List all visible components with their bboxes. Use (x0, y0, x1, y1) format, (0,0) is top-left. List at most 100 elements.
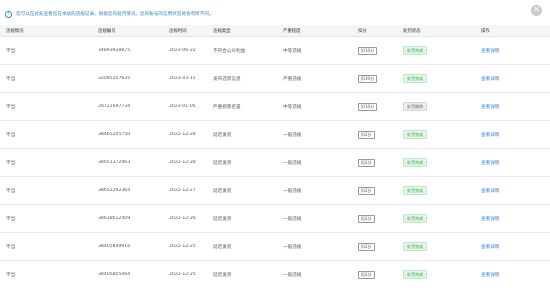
violation-type-cell: 不符合公众利益 (213, 48, 246, 54)
view-details-link[interactable]: 查看详情 (481, 161, 499, 166)
view-details-link[interactable]: 查看详情 (481, 133, 499, 138)
status-badge: 处罚完成 (403, 186, 427, 195)
violation-type-cell: 延迟发货 (213, 132, 232, 138)
violation-date-cell: 2022-12-28 (169, 132, 196, 137)
status-cell: 处罚完成 (397, 270, 474, 279)
view-details-link[interactable]: 查看详情 (481, 217, 499, 222)
score-cell: 扣10分 (352, 102, 397, 111)
severity-cell: 一般违规 (283, 160, 302, 166)
status-cell: 处罚完成 (397, 130, 474, 139)
view-details-link[interactable]: 查看详情 (481, 189, 499, 194)
score-badge: 扣10分 (358, 46, 378, 55)
view-details-link[interactable]: 查看详情 (481, 77, 499, 82)
score-badge: 扣2分 (358, 186, 375, 195)
notice-text: 您可以在此处查看您在本站的违规记录。根据您的处罚情况，您的账号的信用状态将会有所… (16, 12, 214, 17)
status-badge: 处罚完成 (403, 46, 427, 55)
violation-type-cell: 延迟发货 (213, 160, 232, 166)
score-cell: 扣10分 (352, 46, 397, 55)
table-row: 不当 32095207635 2023-03-15 发布违禁信息 严重违规 扣30分 处罚完… (0, 65, 550, 93)
header-action: 操作 (481, 28, 490, 34)
table-row: 不当 38618612409 2022-12-26 延迟发货 一般违规 扣2分 处罚完成 查看… (0, 205, 550, 233)
header-date: 违规时间 (169, 28, 187, 34)
violation-type-cell: 发布违禁信息 (213, 76, 241, 82)
action-cell: 查看详情 (474, 272, 550, 278)
violation-type-cell: 严重损害名誉 (213, 104, 241, 110)
action-cell: 查看详情 (474, 132, 550, 138)
status-cell: 处罚完成 (397, 74, 474, 83)
situation-cell: 不当 (6, 216, 16, 222)
table-body: 不当 34893928875 2023-06-22 不符合公众利益 中等违规 扣10分 处罚… (0, 37, 550, 288)
status-cell: 处罚完成 (397, 186, 474, 195)
view-details-link[interactable]: 查看详情 (481, 273, 499, 278)
severity-cell: 严重违规 (283, 76, 302, 82)
header-id: 违规编号 (98, 28, 116, 34)
table-row: 不当 38652292364 2022-12-27 延迟发货 一般违规 扣2分 处罚完成 查看… (0, 177, 550, 205)
severity-cell: 一般违规 (283, 216, 302, 222)
info-circle-icon: ! (5, 10, 12, 18)
score-cell: 扣2分 (352, 186, 397, 195)
status-cell: 处罚完成 (397, 46, 474, 55)
status-badge: 处罚完成 (403, 158, 427, 167)
violation-id-cell: 38618612409 (98, 216, 131, 221)
action-cell: 查看详情 (474, 160, 550, 166)
status-badge: 处罚完成 (403, 74, 427, 83)
status-cell: 处罚完成 (397, 242, 474, 251)
status-badge: 处罚撤销 (403, 102, 427, 111)
situation-cell: 不当 (6, 244, 16, 250)
table-row: 不当 38405805464 2022-12-25 延迟发货 一般违规 扣2分 处罚完成 查看… (0, 261, 550, 288)
header-severity: 严重程度 (283, 28, 301, 34)
status-cell: 处罚完成 (397, 214, 474, 223)
situation-cell: 不当 (6, 188, 16, 194)
score-badge: 扣2分 (358, 242, 375, 251)
severity-cell: 中等违规 (283, 48, 302, 54)
action-cell: 查看详情 (474, 104, 550, 110)
action-cell: 查看详情 (474, 244, 550, 250)
score-cell: 扣30分 (352, 74, 397, 83)
table-row: 不当 38405849916 2022-12-25 延迟发货 一般违规 扣2分 处罚完成 查看… (0, 233, 550, 261)
header-status: 处罚状态 (403, 28, 421, 34)
close-button[interactable]: × (531, 5, 542, 16)
score-cell: 扣2分 (352, 270, 397, 279)
view-details-link[interactable]: 查看详情 (481, 245, 499, 250)
table-row: 不当 34893928875 2023-06-22 不符合公众利益 中等违规 扣10分 处罚… (0, 37, 550, 65)
status-badge: 处罚完成 (403, 214, 427, 223)
severity-cell: 一般违规 (283, 272, 302, 278)
violation-type-cell: 延迟发货 (213, 244, 232, 250)
notice-bar: ! 您可以在此处查看您在本站的违规记录。根据您的处罚情况，您的账号的信用状态将会… (0, 6, 214, 22)
header-situation: 违规情况 (6, 28, 24, 34)
severity-cell: 一般违规 (283, 188, 302, 194)
violation-date-cell: 2022-12-25 (169, 244, 196, 249)
violation-id-cell: 38652292364 (98, 188, 131, 193)
table-header: 违规情况 违规编号 违规时间 违规类型 严重程度 扣分 处罚状态 操作 (0, 25, 550, 37)
situation-cell: 不当 (6, 48, 16, 54)
close-icon: × (532, 5, 541, 15)
violation-type-cell: 延迟发货 (213, 216, 232, 222)
situation-cell: 不当 (6, 160, 16, 166)
table-row: 不当 28721697734 2023-01-05 严重损害名誉 中等违规 扣10分 处罚撤… (0, 93, 550, 121)
violation-date-cell: 2022-12-28 (169, 160, 196, 165)
view-details-link[interactable]: 查看详情 (481, 105, 499, 110)
action-cell: 查看详情 (474, 188, 550, 194)
severity-cell: 一般违规 (283, 132, 302, 138)
score-cell: 扣2分 (352, 158, 397, 167)
action-cell: 查看详情 (474, 76, 550, 82)
violation-id-cell: 38651372463 (98, 160, 131, 165)
score-badge: 扣10分 (358, 102, 378, 111)
view-details-link[interactable]: 查看详情 (481, 49, 499, 54)
violation-date-cell: 2022-12-27 (169, 188, 196, 193)
table-row: 不当 38465205750 2022-12-28 延迟发货 一般违规 扣2分 处罚完成 查看… (0, 121, 550, 149)
severity-cell: 一般违规 (283, 244, 302, 250)
situation-cell: 不当 (6, 132, 16, 138)
score-cell: 扣2分 (352, 214, 397, 223)
score-badge: 扣30分 (358, 74, 378, 83)
status-badge: 处罚完成 (403, 130, 427, 139)
violation-date-cell: 2022-12-26 (169, 216, 196, 221)
violation-id-cell: 38465205750 (98, 132, 131, 137)
violation-type-cell: 延迟发货 (213, 188, 232, 194)
situation-cell: 不当 (6, 76, 16, 82)
violation-id-cell: 38405805464 (98, 272, 131, 277)
score-badge: 扣2分 (358, 158, 375, 167)
situation-cell: 不当 (6, 104, 16, 110)
violation-type-cell: 延迟发货 (213, 272, 232, 278)
table-row: 不当 38651372463 2022-12-28 延迟发货 一般违规 扣2分 处罚完成 查看… (0, 149, 550, 177)
